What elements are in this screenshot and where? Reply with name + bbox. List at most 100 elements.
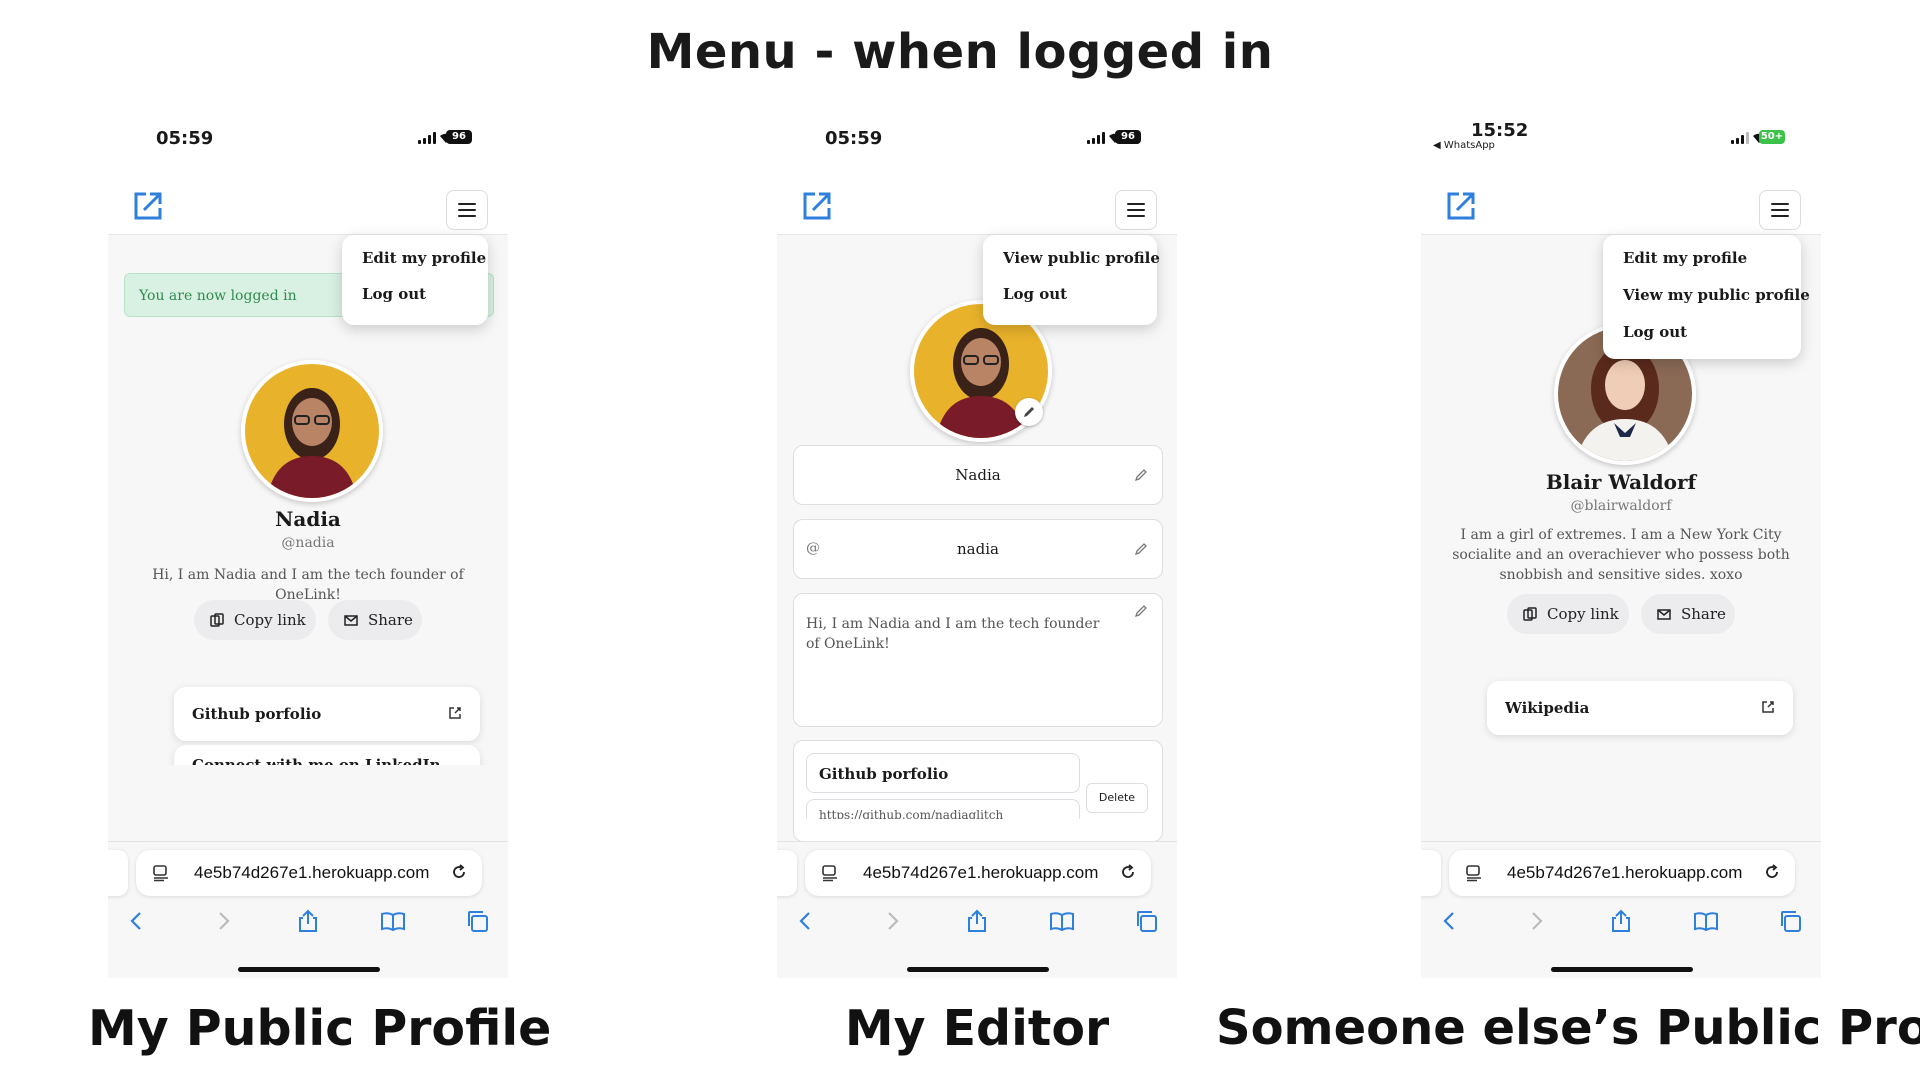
external-link-icon: [1762, 701, 1774, 713]
pencil-icon[interactable]: [1134, 468, 1148, 482]
menu-item-edit-profile[interactable]: Edit my profile: [1623, 249, 1747, 267]
avatar: [241, 360, 383, 502]
app-logo-icon[interactable]: [799, 188, 835, 224]
copy-link-button[interactable]: Copy link: [1507, 594, 1629, 634]
menu-item-edit-profile[interactable]: Edit my profile: [362, 249, 486, 267]
menu-item-view-public-profile[interactable]: View public profile: [1003, 249, 1160, 267]
tabs-icon[interactable]: [465, 908, 491, 934]
menu-item-log-out[interactable]: Log out: [1003, 285, 1067, 303]
back-icon[interactable]: [793, 908, 819, 934]
bio-textarea[interactable]: Hi, I am Nadia and I am the tech founder…: [793, 593, 1163, 727]
bookmarks-icon[interactable]: [380, 908, 406, 934]
page-menu-icon[interactable]: [1465, 864, 1483, 882]
profile-name: Blair Waldorf: [1545, 470, 1697, 494]
pencil-icon[interactable]: [1134, 604, 1148, 618]
copy-icon: [1523, 607, 1537, 621]
status-bar: 05:59 96: [108, 118, 508, 178]
battery-icon: 50+: [1759, 130, 1785, 144]
previous-tab[interactable]: [1421, 850, 1441, 896]
back-icon[interactable]: [1437, 908, 1463, 934]
browser-toolbar: 4e5b74d267e1.herokuapp.com: [777, 841, 1177, 978]
mail-icon: [1657, 609, 1671, 620]
forward-icon[interactable]: [210, 908, 236, 934]
phone-panel-other-profile: 15:52 ◀ WhatsApp 50+ Blair Waldorf @blai…: [1421, 118, 1821, 978]
link-title: Connect with me on LinkedIn: [192, 756, 441, 765]
battery-icon: 96: [1115, 130, 1141, 144]
share-label: Share: [1681, 605, 1726, 623]
hamburger-menu-button[interactable]: [1115, 190, 1157, 230]
page-menu-icon[interactable]: [152, 864, 170, 882]
previous-tab[interactable]: [108, 850, 128, 896]
menu-item-log-out[interactable]: Log out: [1623, 323, 1687, 341]
address-bar[interactable]: 4e5b74d267e1.herokuapp.com: [136, 850, 482, 896]
back-to-app-link[interactable]: ◀ WhatsApp: [1433, 140, 1495, 151]
previous-tab[interactable]: [777, 850, 797, 896]
profile-content: You are now logged in Nadia @nadia Hi, I…: [108, 235, 508, 835]
edit-avatar-button[interactable]: [1015, 398, 1043, 426]
copy-icon: [210, 613, 224, 627]
username-field-value: nadia: [957, 540, 999, 558]
share-icon[interactable]: [1608, 908, 1634, 934]
app-header: [777, 178, 1177, 235]
status-time: 05:59: [825, 128, 883, 149]
pencil-icon[interactable]: [1134, 542, 1148, 556]
phone-panel-public-profile: 05:59 96 You are now logged in Nadia @na…: [108, 118, 508, 978]
reload-icon[interactable]: [1763, 863, 1781, 881]
link-title: Wikipedia: [1505, 699, 1590, 717]
url-text: 4e5b74d267e1.herokuapp.com: [194, 863, 430, 882]
share-button[interactable]: Share: [1641, 594, 1735, 634]
status-bar: 15:52 ◀ WhatsApp 50+: [1421, 118, 1821, 178]
caption-editor: My Editor: [844, 1000, 1110, 1057]
forward-icon[interactable]: [1523, 908, 1549, 934]
home-indicator: [907, 967, 1049, 972]
address-bar[interactable]: 4e5b74d267e1.herokuapp.com: [805, 850, 1151, 896]
menu-item-log-out[interactable]: Log out: [362, 285, 426, 303]
page-menu-icon[interactable]: [821, 864, 839, 882]
link-card[interactable]: Connect with me on LinkedIn: [174, 745, 480, 765]
link-card[interactable]: Github porfolio: [174, 687, 480, 741]
status-bar: 05:59 96: [777, 118, 1177, 178]
back-icon[interactable]: [124, 908, 150, 934]
menu-item-view-public-profile[interactable]: View my public profile: [1623, 286, 1810, 304]
tabs-icon[interactable]: [1134, 908, 1160, 934]
hamburger-menu-button[interactable]: [1759, 190, 1801, 230]
page-title: Menu - when logged in: [646, 24, 1274, 80]
bookmarks-icon[interactable]: [1049, 908, 1075, 934]
reload-icon[interactable]: [450, 863, 468, 881]
delete-link-button[interactable]: Delete: [1086, 783, 1148, 813]
profile-name: Nadia: [275, 507, 341, 531]
share-button[interactable]: Share: [328, 600, 422, 640]
home-indicator: [238, 967, 380, 972]
reload-icon[interactable]: [1119, 863, 1137, 881]
share-icon[interactable]: [964, 908, 990, 934]
link-card[interactable]: Wikipedia: [1487, 681, 1793, 735]
profile-bio: I am a girl of extremes. I am a New York…: [1452, 527, 1790, 583]
tabs-icon[interactable]: [1778, 908, 1804, 934]
forward-icon[interactable]: [879, 908, 905, 934]
copy-link-label: Copy link: [1547, 605, 1619, 623]
link-card-clipped: Connect with me on LinkedIn: [108, 745, 508, 765]
signal-icon: [418, 132, 438, 144]
caption-other-profile: Someone else’s Public Profile: [1216, 1000, 1920, 1056]
browser-toolbar: 4e5b74d267e1.herokuapp.com: [1421, 841, 1821, 978]
name-field[interactable]: Nadia: [793, 445, 1163, 505]
link-url-input[interactable]: https://github.com/nadiaglitch: [806, 799, 1080, 819]
username-field[interactable]: @ nadia: [793, 519, 1163, 579]
address-bar[interactable]: 4e5b74d267e1.herokuapp.com: [1449, 850, 1795, 896]
profile-content: Blair Waldorf @blairwaldorf I am a girl …: [1421, 235, 1821, 835]
app-logo-icon[interactable]: [1443, 188, 1479, 224]
link-title-input[interactable]: Github porfolio: [806, 753, 1080, 793]
signal-icon: [1087, 132, 1107, 144]
copy-link-button[interactable]: Copy link: [194, 600, 316, 640]
share-icon[interactable]: [295, 908, 321, 934]
status-time: 15:52: [1471, 120, 1529, 141]
link-editor-card: Github porfolio Delete https://github.co…: [793, 740, 1163, 842]
bookmarks-icon[interactable]: [1693, 908, 1719, 934]
editor-content: Nadia @ nadia Hi, I am Nadia and I am th…: [777, 235, 1177, 842]
name-field-value: Nadia: [955, 466, 1001, 484]
profile-handle: @nadia: [281, 535, 335, 551]
signal-icon: [1731, 132, 1751, 144]
phone-panel-editor: 05:59 96 Nadia @ nadia Hi, I am Nadia an…: [777, 118, 1177, 978]
app-logo-icon[interactable]: [130, 188, 166, 224]
hamburger-menu-button[interactable]: [446, 190, 488, 230]
